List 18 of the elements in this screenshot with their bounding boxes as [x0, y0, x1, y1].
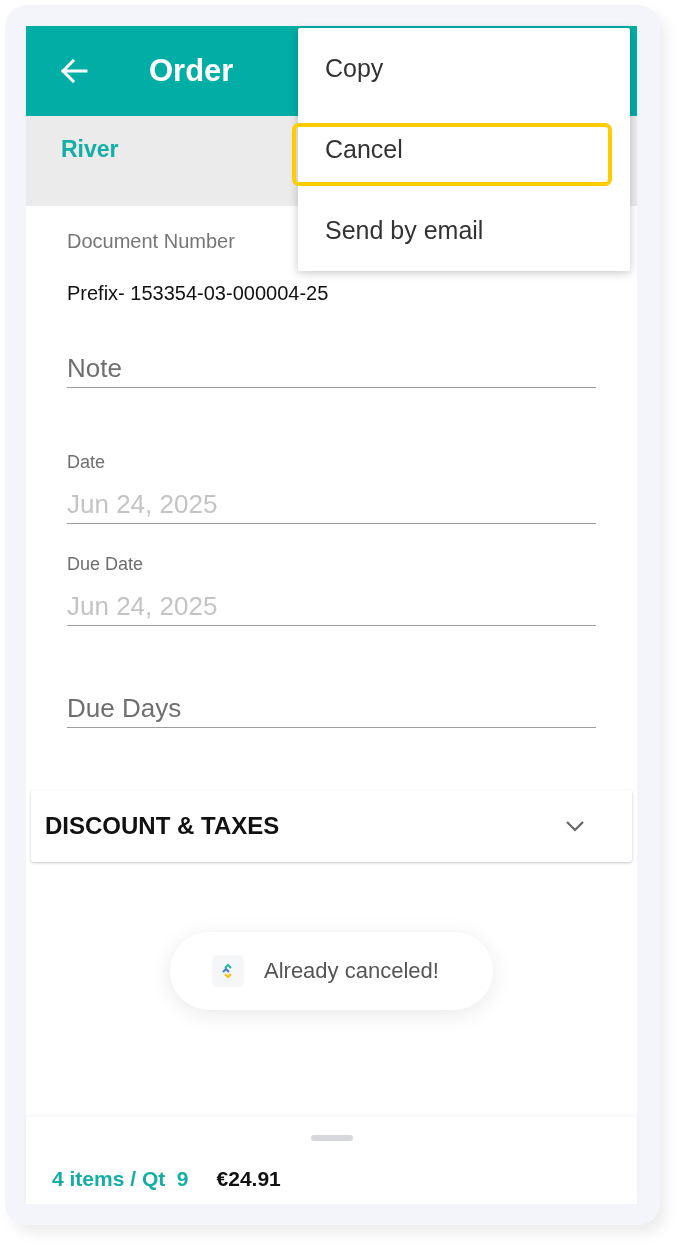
field-label: Document Number	[67, 229, 235, 253]
field-label: Due Date	[67, 553, 144, 575]
section-header[interactable]: DISCOUNT & TAXES	[31, 790, 632, 862]
menu-item[interactable]: Copy	[298, 28, 630, 109]
toast-message: Already canceled!	[264, 958, 439, 984]
order-total: €24.91	[216, 1167, 281, 1191]
text-field[interactable]: Note	[67, 356, 596, 388]
page-title: Order	[149, 53, 234, 89]
text-field[interactable]: Due Days	[67, 696, 596, 728]
drag-handle[interactable]	[310, 1135, 353, 1141]
menu-item[interactable]: Send by email	[298, 190, 630, 271]
item-count: 4 items / Qt 9	[52, 1167, 189, 1191]
chevron-down-icon	[565, 820, 585, 832]
document-number: Prefix- 153354-03-000004-25	[67, 281, 329, 305]
menu-item[interactable]: Cancel	[298, 109, 630, 190]
field-label: Date	[67, 451, 106, 473]
diamond-logo-icon	[212, 955, 244, 987]
arrow-left-icon	[60, 59, 88, 83]
